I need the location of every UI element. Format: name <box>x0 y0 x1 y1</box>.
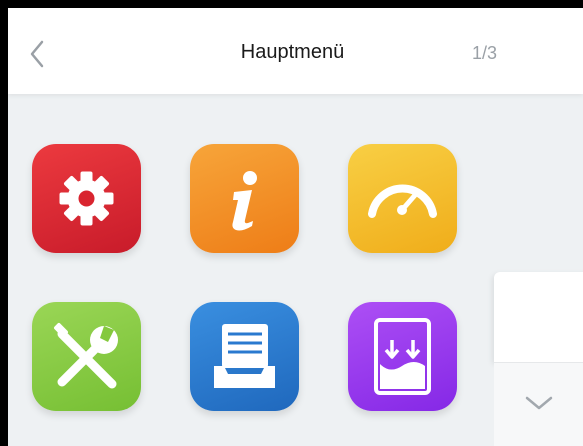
level-tile[interactable] <box>348 302 457 411</box>
gauge-icon <box>368 184 437 218</box>
info-icon <box>232 171 257 231</box>
page-indicator: 1/3 <box>472 43 498 63</box>
settings-tile[interactable] <box>32 144 141 253</box>
speed-tile[interactable] <box>348 144 457 253</box>
side-panel <box>494 272 583 362</box>
info-tile[interactable] <box>190 144 299 253</box>
header-bar: Hauptmenü 1/3 <box>8 8 583 94</box>
archive-tile[interactable] <box>190 302 299 411</box>
scroll-down-button[interactable] <box>494 362 583 446</box>
app-frame: Hauptmenü 1/3 <box>0 0 583 446</box>
tools-tile[interactable] <box>32 302 141 411</box>
gear-icon <box>59 171 114 226</box>
chevron-down-icon <box>525 396 553 410</box>
level-download-icon <box>374 318 431 395</box>
inbox-tray-icon <box>214 324 275 388</box>
wrench-screwdriver-icon <box>54 323 118 389</box>
